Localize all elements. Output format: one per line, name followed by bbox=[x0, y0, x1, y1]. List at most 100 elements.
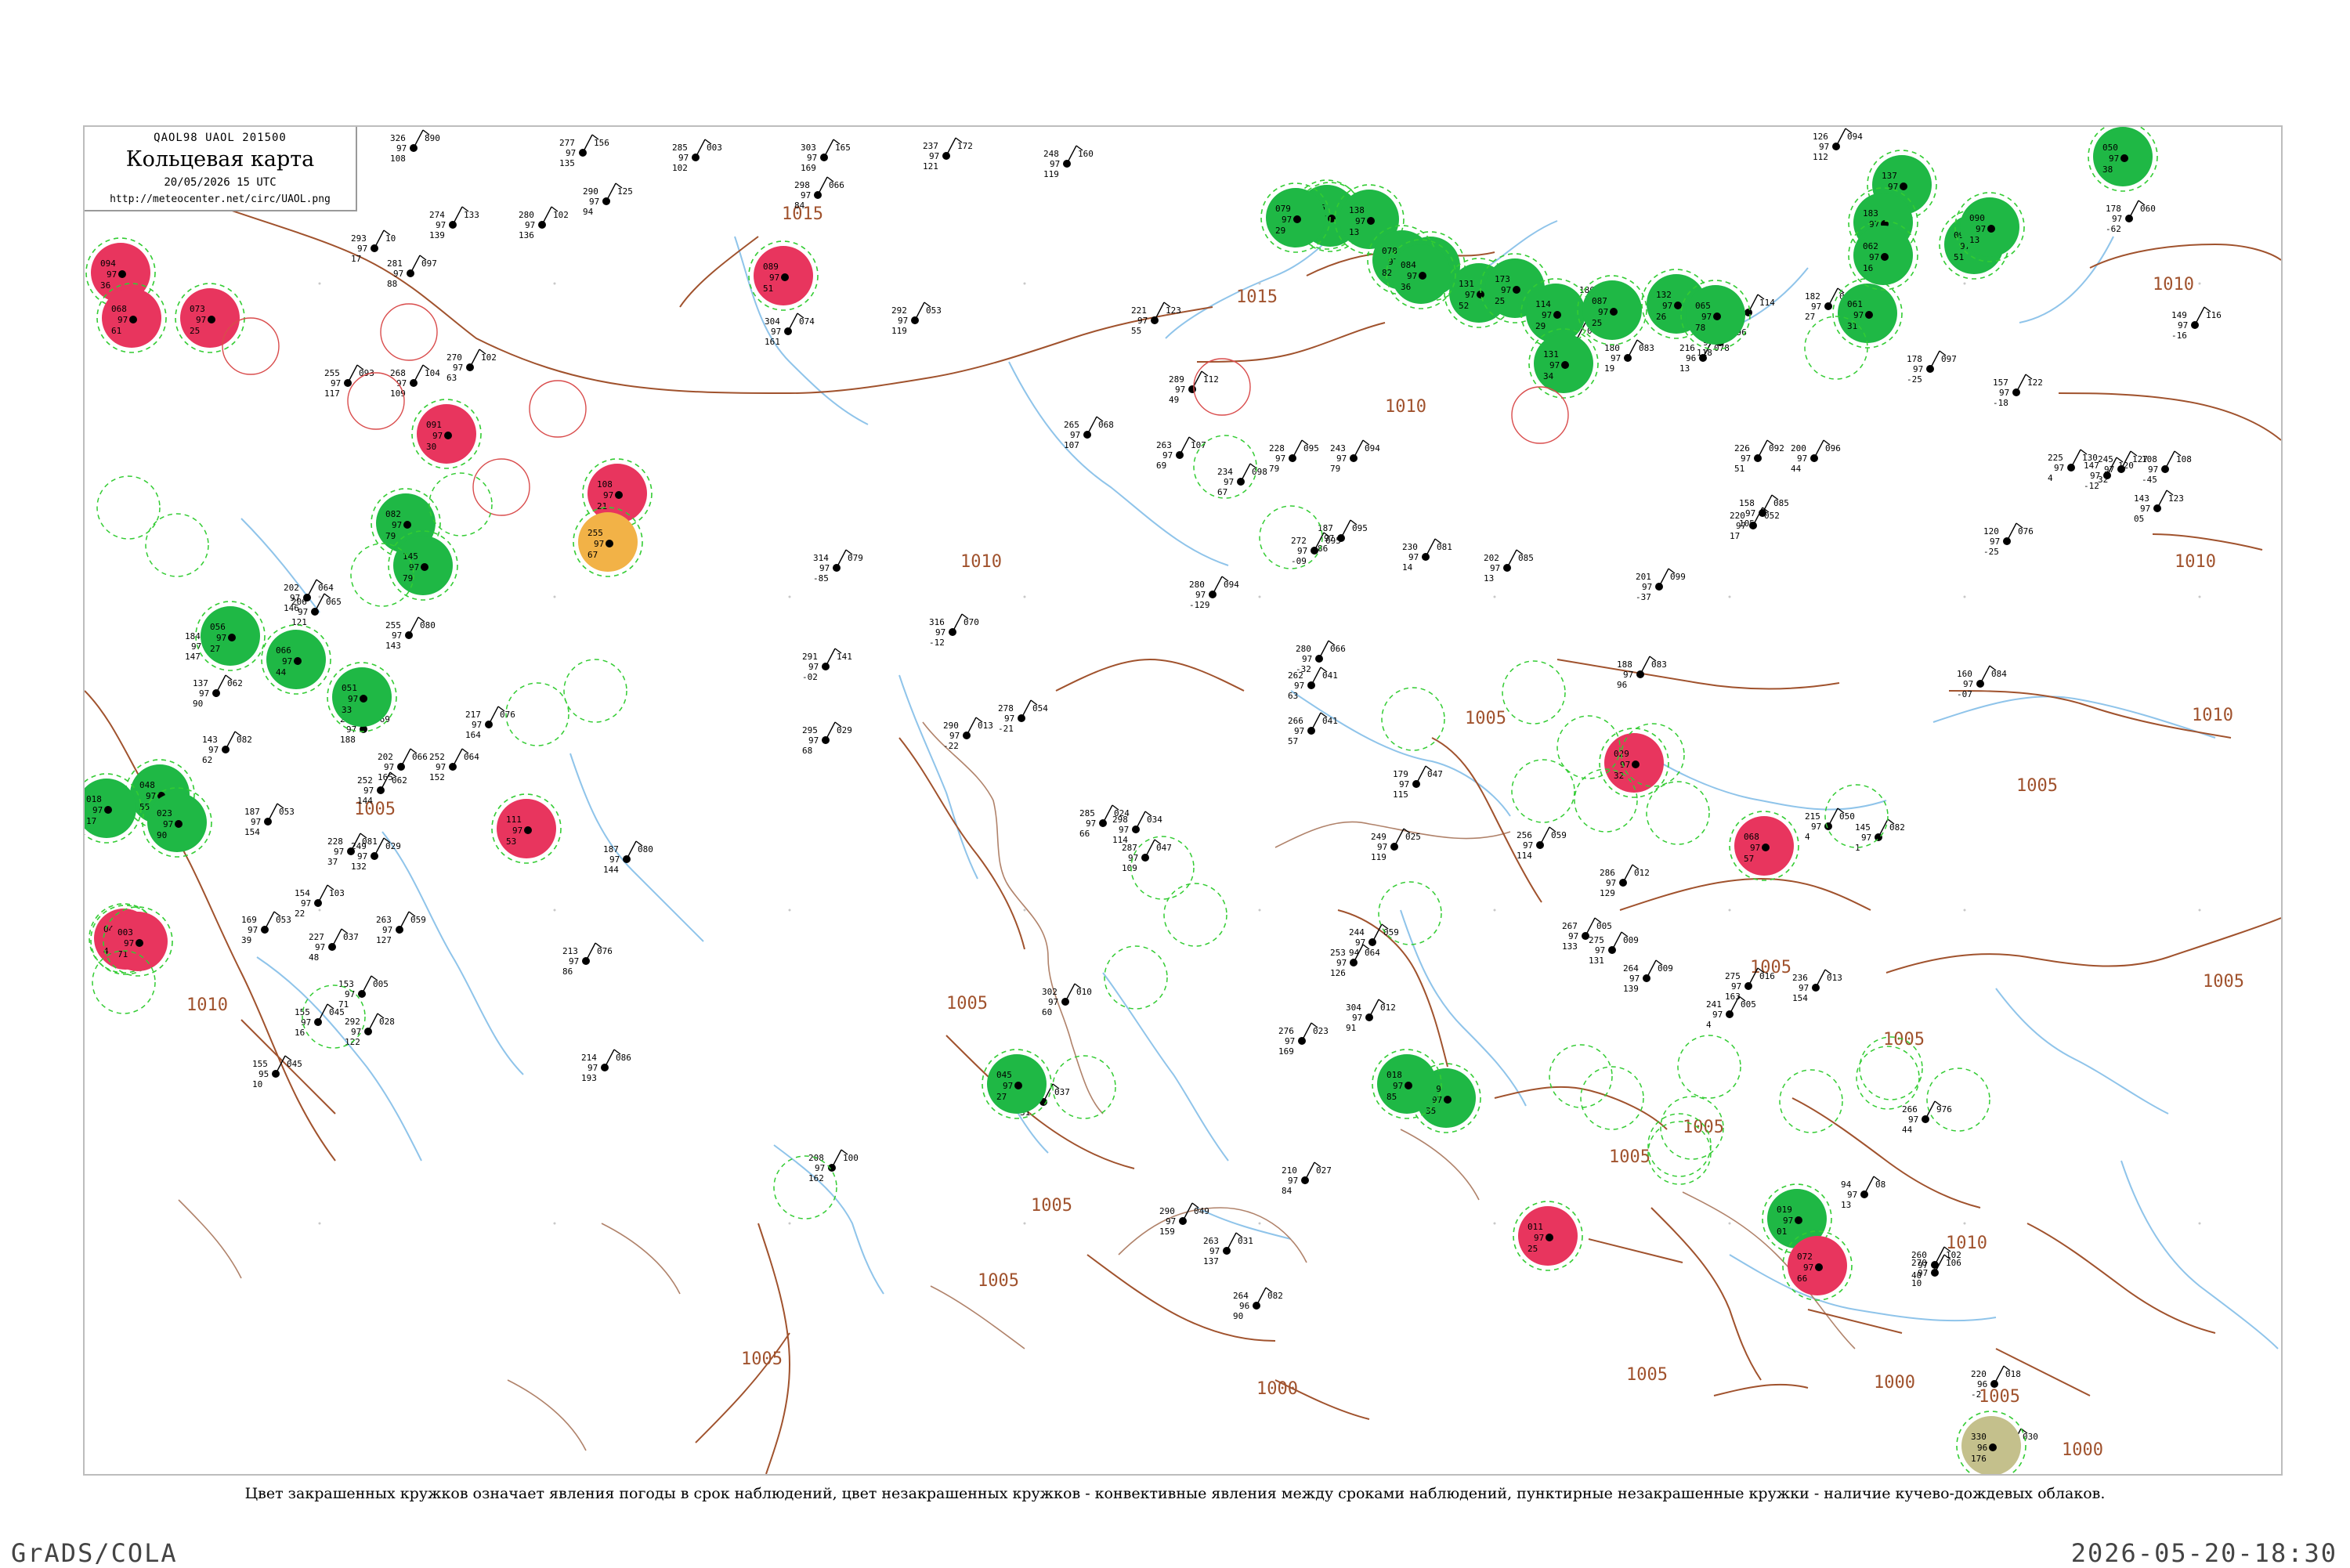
cloud-cover-marker bbox=[2161, 465, 2169, 473]
station-tendency: 84 bbox=[1282, 1186, 1292, 1196]
circle-pressure: 079 bbox=[1275, 204, 1291, 214]
isobar-label: 1000 bbox=[2062, 1440, 2103, 1460]
station-tendency: 154 bbox=[1792, 993, 1808, 1003]
circle-tendency: 61 bbox=[111, 326, 121, 336]
station-value: 97 bbox=[301, 898, 311, 909]
cloud-cover-marker bbox=[833, 564, 841, 572]
dust-weather-circle: 33096176 bbox=[1956, 1411, 2026, 1474]
station-value: 97 bbox=[569, 956, 579, 966]
station-code: 009 bbox=[1658, 963, 1673, 974]
station-value: 97 bbox=[1731, 981, 1741, 992]
station-pressure: 228 bbox=[1269, 443, 1285, 453]
circle-tendency: 16 bbox=[1863, 263, 1873, 273]
station-pressure: 213 bbox=[562, 946, 578, 956]
station-pressure: 157 bbox=[1993, 378, 2008, 388]
cloud-cover-marker bbox=[261, 926, 269, 934]
station-tendency: 90 bbox=[1233, 1311, 1243, 1321]
circle-tendency: 25 bbox=[1495, 296, 1505, 306]
station-code: 095 bbox=[1352, 523, 1368, 533]
station-plot: 1439762 082 bbox=[202, 731, 252, 765]
circle-value: 97 bbox=[603, 490, 613, 500]
circle-tendency: 34 bbox=[1543, 371, 1554, 381]
station-code: 079 bbox=[848, 553, 863, 563]
cb-cloud-ring bbox=[1646, 781, 1710, 845]
cloud-cover-marker bbox=[524, 826, 532, 834]
station-plot: 2309714 081 bbox=[1402, 538, 1452, 573]
cloud-cover-marker bbox=[1188, 385, 1196, 393]
station-code: 074 bbox=[799, 316, 815, 327]
station-code: 08 bbox=[1875, 1180, 1885, 1190]
station-code: 066 bbox=[412, 752, 428, 762]
isobar-label: 1005 bbox=[1683, 1118, 1724, 1137]
station-tendency: 94 bbox=[583, 207, 594, 217]
cloud-cover-marker bbox=[606, 540, 613, 547]
isobar-label: 1005 bbox=[2203, 972, 2244, 992]
cloud-cover-marker bbox=[1444, 1096, 1452, 1104]
station-tendency: 131 bbox=[1589, 956, 1604, 966]
station-pressure: 206 bbox=[291, 597, 307, 607]
station-plot: 16097-07 084 bbox=[1957, 665, 2007, 699]
station-pressure: 326 bbox=[390, 133, 406, 143]
station-code: 096 bbox=[1825, 443, 1841, 453]
cloud-cover-marker bbox=[1900, 182, 1907, 190]
station-code: 141 bbox=[837, 652, 852, 662]
station-pressure: 201 bbox=[1636, 572, 1651, 582]
station-tendency: 147 bbox=[185, 652, 201, 662]
cloud-cover-marker bbox=[1176, 451, 1184, 459]
isobar-label: 1010 bbox=[2153, 275, 2194, 294]
station-value: 97 bbox=[949, 731, 960, 741]
circle-value: 97 bbox=[1549, 360, 1560, 370]
station-pressure: 316 bbox=[929, 617, 945, 627]
cloud-cover-marker bbox=[264, 818, 272, 826]
station-tendency: 79 bbox=[1269, 464, 1279, 474]
station-plot: 2279748 037 bbox=[309, 928, 359, 963]
station-value: 97 bbox=[1611, 353, 1621, 363]
station-tendency: 133 bbox=[1562, 941, 1578, 952]
station-code: 092 bbox=[1769, 443, 1784, 453]
station-plot: 2109784 027 bbox=[1282, 1162, 1332, 1196]
circle-pressure: 255 bbox=[588, 528, 603, 538]
station-tendency: 27 bbox=[1805, 312, 1815, 322]
station-code: 076 bbox=[500, 710, 515, 720]
station-plot: 24997119 025 bbox=[1371, 828, 1421, 862]
station-pressure: 226 bbox=[1734, 443, 1750, 453]
station-plot: 12697112 094 bbox=[1813, 128, 1863, 162]
station-pressure: 184 bbox=[185, 631, 201, 641]
cloud-cover-marker bbox=[1307, 681, 1315, 689]
cloud-cover-marker bbox=[1422, 553, 1430, 561]
station-code: 094 bbox=[1847, 132, 1863, 142]
station-plot: 10897-45108 bbox=[2142, 450, 2192, 485]
cloud-cover-marker bbox=[1099, 819, 1107, 827]
cloud-cover-marker bbox=[1865, 311, 1873, 319]
cb-cloud-ring bbox=[1104, 945, 1168, 1010]
cloud-cover-marker bbox=[1713, 313, 1721, 320]
cloud-cover-marker bbox=[1989, 1443, 1997, 1451]
station-pressure: 248 bbox=[1043, 149, 1059, 159]
station-tendency: -16 bbox=[2171, 331, 2187, 341]
station-tendency: 139 bbox=[1623, 984, 1639, 994]
cloud-cover-marker bbox=[449, 763, 457, 771]
station-code: 049 bbox=[1194, 1206, 1209, 1216]
circle-value: 97 bbox=[2109, 154, 2119, 164]
station-code: 064 bbox=[318, 583, 334, 593]
station-plot: 20697121 065 bbox=[291, 593, 342, 627]
station-pressure: 244 bbox=[1349, 927, 1365, 938]
convective-open-ring bbox=[380, 303, 438, 361]
convective-open-ring bbox=[1511, 386, 1569, 444]
station-plot: 3049791 012 bbox=[1346, 999, 1396, 1033]
cb-cloud-ring bbox=[773, 1155, 837, 1219]
cloud-cover-marker bbox=[1237, 478, 1245, 486]
station-value: 97 bbox=[1999, 388, 2009, 398]
circle-value: 97 bbox=[1534, 1233, 1544, 1243]
station-pressure: 243 bbox=[1330, 443, 1346, 453]
isobars bbox=[85, 127, 2281, 1474]
station-pressure: 178 bbox=[2106, 204, 2121, 214]
station-tendency: 143 bbox=[385, 641, 401, 651]
station-value: 97 bbox=[1162, 450, 1173, 461]
cloud-cover-marker bbox=[942, 152, 950, 160]
thunder-weather-circle: 1119753 bbox=[491, 793, 562, 864]
station-code: 097 bbox=[421, 258, 437, 269]
cloud-cover-marker bbox=[579, 149, 587, 157]
station-value: 97 bbox=[1799, 983, 1809, 993]
station-pressure: 285 bbox=[1079, 808, 1095, 818]
